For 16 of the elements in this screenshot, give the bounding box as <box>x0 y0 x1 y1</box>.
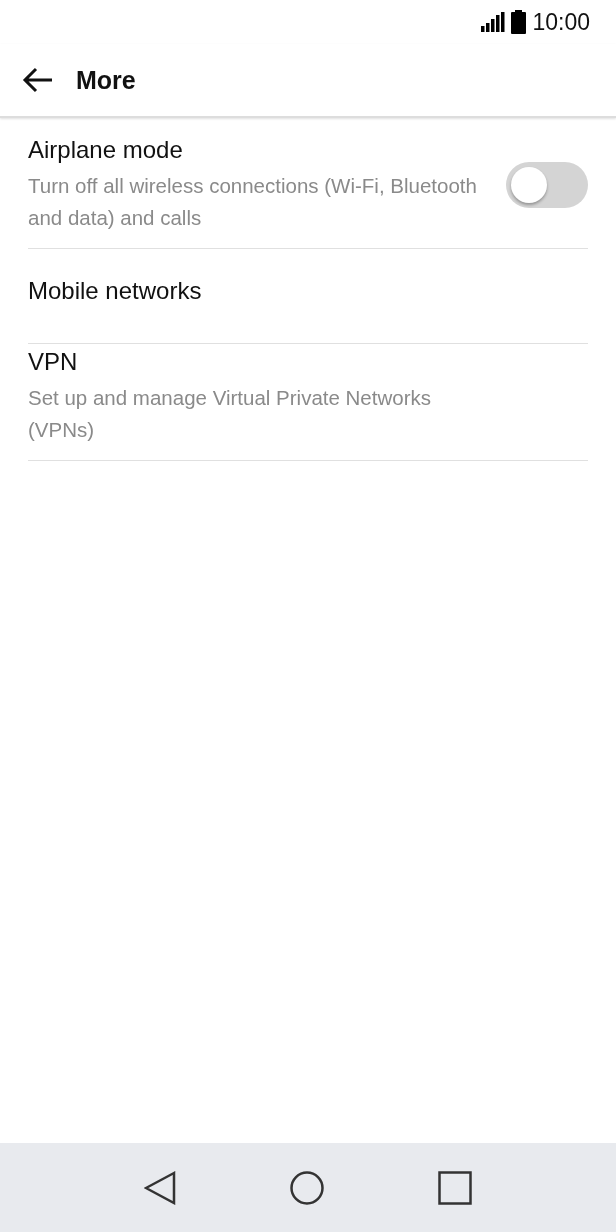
setting-row[interactable]: Mobile networks <box>28 249 588 344</box>
setting-title: Mobile networks <box>28 277 203 305</box>
setting-title: VPN <box>28 348 79 376</box>
setting-row[interactable]: VPN Set up and manage Virtual Private Networks (VPNs) <box>28 344 588 461</box>
battery-icon <box>511 10 527 34</box>
home-icon[interactable] <box>290 1170 324 1205</box>
toggle-switch[interactable] <box>506 162 588 208</box>
back-icon[interactable] <box>144 1170 176 1205</box>
recent-apps-icon[interactable] <box>438 1170 472 1205</box>
setting-title: Airplane mode <box>28 136 184 164</box>
screen-title: More <box>76 65 136 95</box>
setting-description: Set up and manage Virtual Private Networks (VPNs) <box>28 385 432 443</box>
setting-description: Turn off all wireless connections (Wi-Fi, Bluetooth and data) and calls <box>28 173 478 231</box>
status-time: 10:00 <box>532 8 590 36</box>
back-arrow-icon[interactable] <box>22 67 54 93</box>
signal-icon <box>481 12 506 32</box>
